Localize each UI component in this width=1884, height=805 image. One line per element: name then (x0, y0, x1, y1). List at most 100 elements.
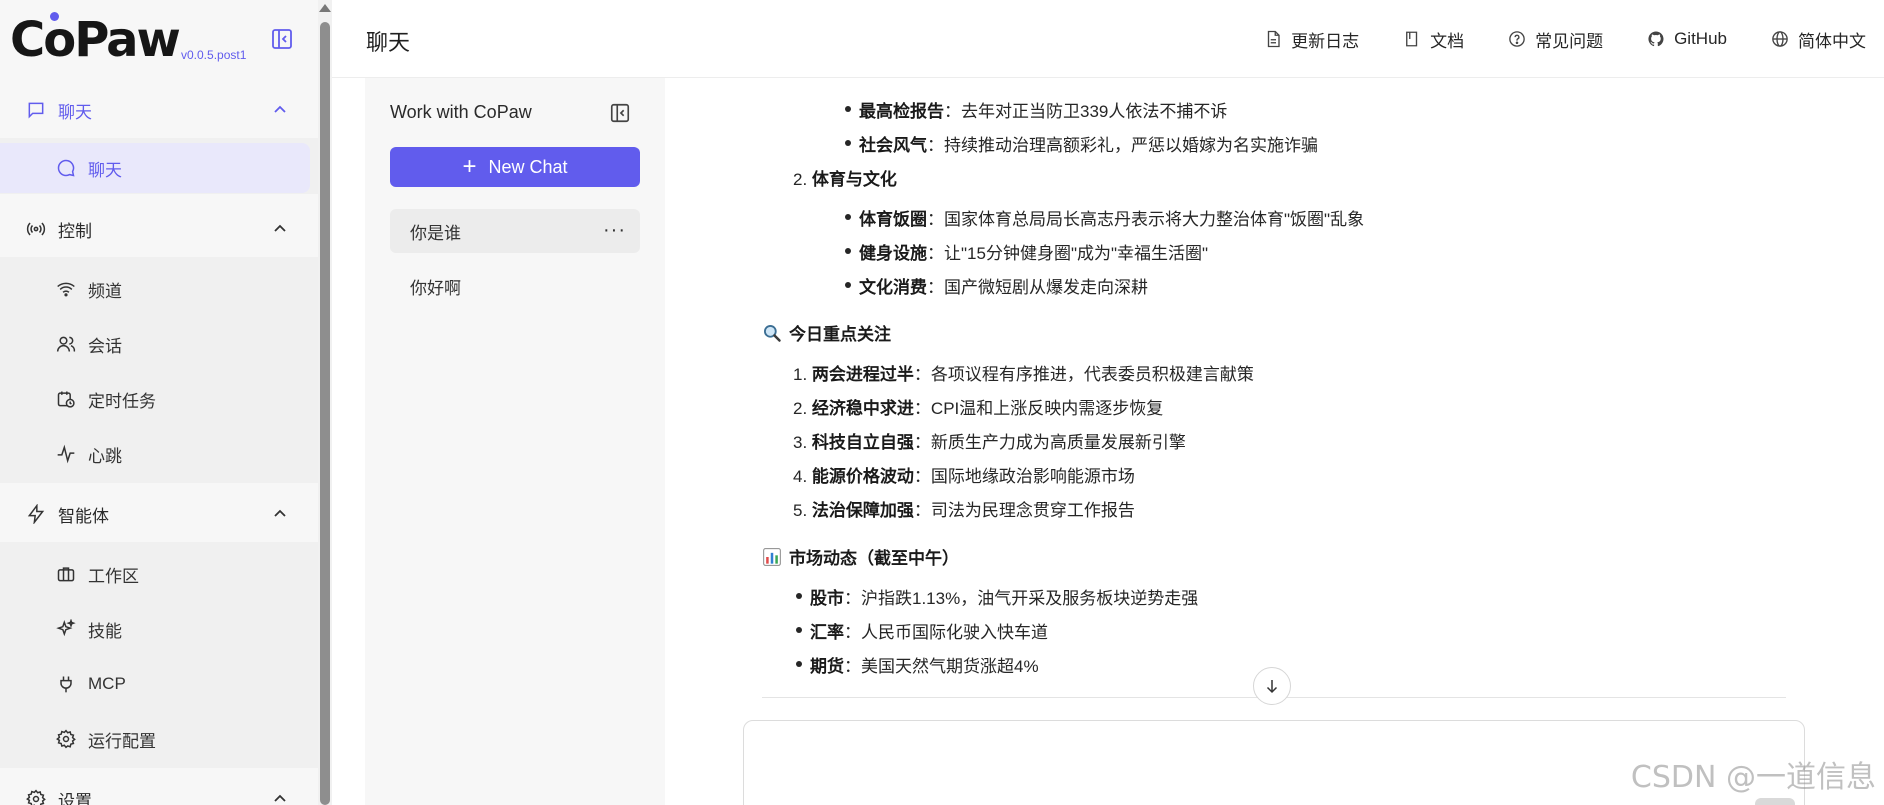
nav-group-label: 设置 (58, 791, 92, 805)
broadcast-icon (26, 219, 46, 239)
list-item: 文化消费：国产微短剧从爆发走向深耕 (859, 278, 1148, 297)
list-item: 4. 能源价格波动：国际地缘政治影响能源市场 (793, 467, 1135, 486)
new-chat-button[interactable]: + New Chat (390, 147, 640, 187)
message-circle-icon (56, 158, 76, 178)
session-panel: Work with CoPaw + New Chat 你是谁 ··· 你好啊 (365, 78, 665, 805)
list-item: 最高检报告：去年对正当防卫339人依法不捕不诉 (859, 102, 1228, 121)
nav-group-label: 智能体 (58, 506, 109, 526)
list-item: 2. 经济稳中求进：CPI温和上涨反映内需逐步恢复 (793, 399, 1164, 418)
session-label: 你好啊 (410, 278, 461, 298)
header-links: 更新日志 文档 常见问题 GitHub 简体中文 (1220, 0, 1866, 78)
more-options-icon[interactable]: ··· (603, 219, 626, 242)
gear-icon (56, 729, 76, 749)
chat-message-area: 最高检报告：去年对正当防卫339人依法不捕不诉 社会风气：持续推动治理高额彩礼，… (665, 78, 1884, 805)
bar-chart-icon (763, 547, 781, 566)
sidebar-item-label: 工作区 (88, 566, 139, 586)
sidebar-collapse-icon[interactable] (270, 27, 294, 51)
sidebar-item-workspace[interactable]: 工作区 (0, 549, 310, 599)
sidebar-item-label: 心跳 (88, 446, 122, 466)
bullet (796, 661, 802, 667)
bullet (845, 140, 851, 146)
plug-icon (56, 674, 76, 694)
nav-group-chat[interactable]: 聊天 (0, 82, 318, 138)
sidebar-item-run-config[interactable]: 运行配置 (0, 714, 310, 764)
app-version: v0.0.5.post1 (181, 48, 247, 62)
sidebar-item-sessions[interactable]: 会话 (0, 319, 310, 369)
nav-group-label: 聊天 (58, 102, 92, 122)
chat-bubble-icon (26, 100, 46, 120)
sidebar-item-label: 运行配置 (88, 731, 156, 751)
sidebar-item-label: MCP (88, 674, 126, 693)
list-item: 期货：美国天然气期货涨超4% (810, 657, 1039, 676)
bullet (796, 627, 802, 633)
sidebar-item-chat[interactable]: 聊天 (0, 143, 310, 193)
list-item: 1. 两会进程过半：各项议程有序推进，代表委员积极建言献策 (793, 365, 1254, 384)
sidebar-item-label: 会话 (88, 336, 122, 356)
nav-group-agent[interactable]: 智能体 (0, 486, 318, 542)
panel-collapse-icon[interactable] (609, 102, 631, 124)
sidebar-item-channels[interactable]: 频道 (0, 264, 310, 314)
chevron-up-icon (272, 791, 288, 805)
sidebar-item-scheduled-tasks[interactable]: 定时任务 (0, 374, 310, 424)
wifi-icon (56, 279, 76, 299)
bullet (845, 248, 851, 254)
changelog-link[interactable]: 更新日志 (1264, 27, 1359, 52)
briefcase-icon (56, 564, 76, 584)
session-label: 你是谁 (410, 223, 461, 243)
nav-group-control[interactable]: 控制 (0, 201, 318, 257)
github-icon (1648, 31, 1664, 47)
bullet (796, 593, 802, 599)
list-item: 社会风气：持续推动治理高额彩礼，严惩以婚嫁为名实施诈骗 (859, 136, 1318, 155)
magnifier-icon (764, 324, 781, 342)
sidebar-item-label: 定时任务 (88, 391, 156, 411)
faq-link[interactable]: 常见问题 (1508, 27, 1603, 52)
app-logo[interactable]: CoPaw (10, 12, 181, 68)
github-label: GitHub (1674, 29, 1727, 48)
plus-icon: + (462, 153, 477, 180)
sidebar-item-heartbeat[interactable]: 心跳 (0, 429, 310, 479)
question-circle-icon (1509, 31, 1525, 47)
section-title: 今日重点关注 (762, 320, 891, 345)
nav-group-settings[interactable]: 设置 (0, 771, 318, 805)
docs-link[interactable]: 文档 (1403, 27, 1464, 52)
bullet (845, 214, 851, 220)
session-item[interactable]: 你是谁 ··· (390, 209, 640, 253)
send-button[interactable] (1755, 798, 1795, 805)
lightning-icon (26, 504, 46, 524)
page-title: 聊天 (366, 30, 411, 55)
sidebar-item-mcp[interactable]: MCP (0, 659, 310, 709)
sidebar-scrollbar-thumb[interactable] (320, 22, 330, 805)
panel-gutter (332, 78, 365, 805)
session-panel-title: Work with CoPaw (390, 102, 532, 122)
header: 聊天 更新日志 文档 常见问题 GitHub 简体中文 (332, 0, 1884, 78)
chevron-up-icon (272, 221, 288, 237)
sparkles-icon (56, 619, 76, 639)
arrow-down-icon (1266, 680, 1278, 694)
logo-dot (50, 12, 59, 21)
changelog-label: 更新日志 (1291, 31, 1360, 51)
language-switch[interactable]: 简体中文 (1771, 27, 1866, 52)
chevron-up-icon (272, 102, 288, 118)
bullet (845, 282, 851, 288)
sidebar-item-label: 聊天 (88, 160, 122, 180)
calendar-clock-icon (56, 389, 76, 409)
new-chat-label: New Chat (488, 156, 568, 177)
list-item: 体育饭圈：国家体育总局局长高志丹表示将大力整治体育"饭圈"乱象 (859, 210, 1365, 229)
nav-group-label: 控制 (58, 221, 92, 241)
list-item: 汇率：人民币国际化驶入快车道 (810, 623, 1048, 642)
section-title: 市场动态（截至中午） (762, 544, 959, 569)
list-item: 健身设施：让"15分钟健身圈"成为"幸福生活圈" (859, 244, 1209, 263)
list-item: 股市：沪指跌1.13%，油气开采及服务板块逆势走强 (810, 589, 1199, 608)
sidebar-item-label: 技能 (88, 621, 122, 641)
watermark: CSDN @一道信息 (1630, 760, 1876, 795)
list-item: 5. 法治保障加强：司法为民理念贯穿工作报告 (793, 501, 1135, 520)
sidebar-item-skills[interactable]: 技能 (0, 604, 310, 654)
users-icon (56, 334, 76, 354)
github-link[interactable]: GitHub (1647, 29, 1727, 49)
scroll-up-arrow-icon[interactable] (319, 4, 331, 12)
scroll-to-bottom-button[interactable] (1253, 667, 1291, 705)
docs-label: 文档 (1430, 31, 1465, 51)
sidebar-item-label: 频道 (88, 281, 122, 301)
session-item[interactable]: 你好啊 (390, 264, 640, 308)
settings-icon (26, 789, 46, 805)
